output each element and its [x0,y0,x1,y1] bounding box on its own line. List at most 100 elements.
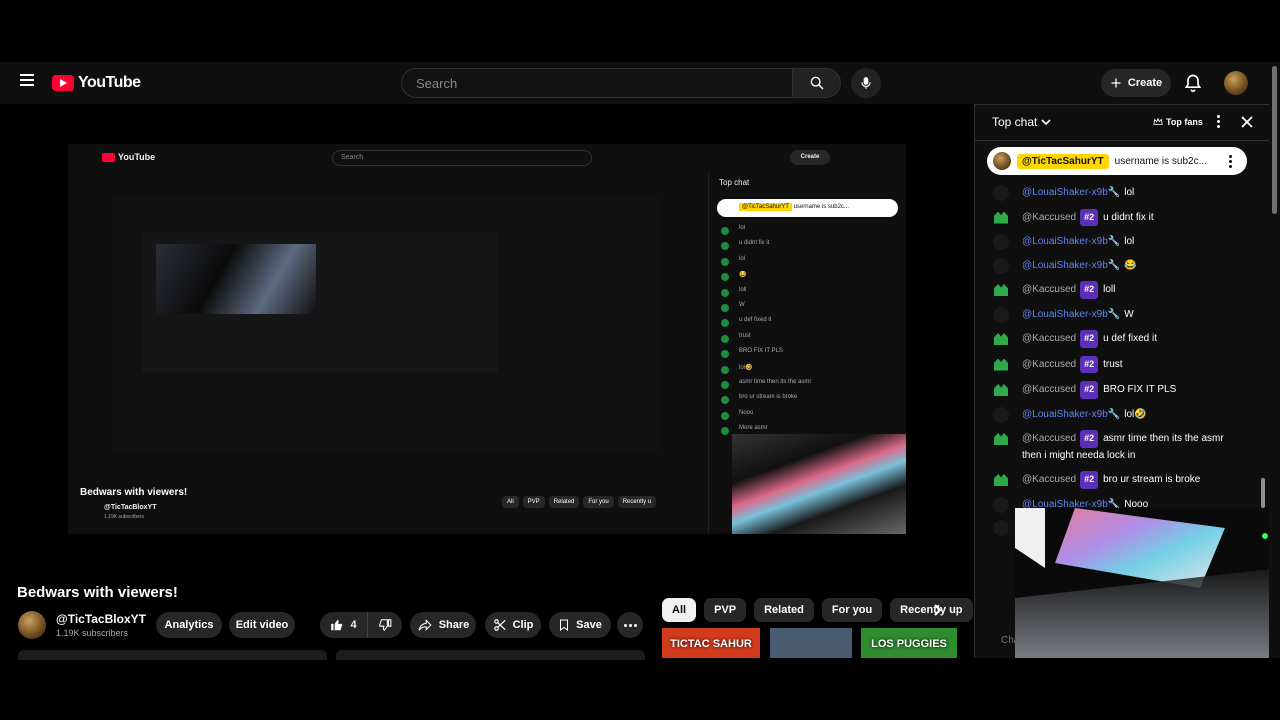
top-bar: YouTube Create [0,62,1280,104]
filter-chip[interactable]: Related [754,598,814,622]
share-button[interactable]: Share [410,612,476,638]
chat-avatar [993,330,1009,346]
bookmark-icon [560,619,569,631]
more-actions-button[interactable] [617,612,643,638]
chat-scrollbar[interactable] [1261,478,1265,508]
pinned-message[interactable]: @TicTacSahurYT username is sub2c... [987,147,1247,175]
recommended-thumbnail-2[interactable] [770,628,852,658]
nested-keyboard-overlay [732,434,906,534]
filter-chip[interactable]: For you [821,598,883,622]
account-avatar[interactable] [1224,71,1248,95]
chat-author[interactable]: @Kaccused [1022,284,1076,295]
chat-avatar [993,234,1009,250]
nested-filter-chip: Related [548,496,580,508]
chat-message[interactable]: @Kaccused #2 bro ur stream is broke [975,467,1255,493]
chat-author[interactable]: @LouaiShaker-x9b🔧 [1022,309,1120,320]
close-icon[interactable] [1239,114,1255,130]
page-scroll-thumb[interactable] [1272,66,1277,214]
search-icon [810,76,824,90]
share-label: Share [438,619,470,631]
crown-icon [1153,117,1163,125]
chat-author[interactable]: @Kaccused [1022,359,1076,370]
notifications-bell-icon[interactable] [1183,73,1203,93]
nested-channel-name: @TicTacBloxYT [104,504,157,511]
chat-avatar [993,406,1009,423]
chat-avatar [993,355,1009,372]
chat-author[interactable]: @Kaccused [1022,333,1076,344]
analytics-button[interactable]: Analytics [156,612,222,638]
voice-search-button[interactable] [851,68,881,98]
nested-search-input: Search [332,150,592,166]
create-button[interactable]: Create [1101,69,1171,97]
pinned-options-icon[interactable] [1225,154,1235,168]
chat-avatar [993,306,1009,323]
logo-text: YouTube [78,74,141,91]
page-scrollbar[interactable] [1269,66,1280,658]
nested-chat-message: trust [709,333,906,348]
nested-filter-chip: Recently u [617,496,657,508]
chat-author[interactable]: @LouaiShaker-x9b🔧 [1022,187,1120,198]
chat-author[interactable]: @Kaccused [1022,212,1076,223]
comments-box[interactable] [336,650,645,660]
chat-text: W [1124,308,1134,320]
nested-chat-message: loll [709,287,906,302]
microphone-icon [861,77,871,89]
chat-message[interactable]: @Kaccused #2 u didnt fix it [975,205,1255,231]
chat-message[interactable]: @LouaiShaker-x9b🔧 lol [975,230,1255,254]
chat-avatar [993,430,1009,446]
chat-avatar [993,281,1009,297]
chat-message[interactable]: @Kaccused #2 loll [975,277,1255,303]
edit-video-button[interactable]: Edit video [229,612,295,638]
chat-author[interactable]: @Kaccused [1022,474,1076,485]
description-box[interactable] [18,650,327,660]
chat-message[interactable]: @Kaccused #2 asmr time then its the asmr t… [975,426,1255,467]
chat-text: lol🤣 [1124,408,1147,420]
clip-button[interactable]: Clip [485,612,541,638]
chat-message[interactable]: @Kaccused #2 trust [975,352,1255,378]
top-fans-button[interactable]: Top fans [1147,112,1209,132]
nested-chat-message: 😂 [709,271,906,286]
chat-message[interactable]: @LouaiShaker-x9b🔧 W [975,303,1255,327]
chat-avatar [993,381,1009,397]
channel-name[interactable]: @TicTacBloxYT [56,612,146,626]
pinned-author: @TicTacSahurYT [1017,153,1109,169]
chat-message[interactable]: @LouaiShaker-x9b🔧 😂 [975,254,1255,278]
nested-inner-capture [112,196,662,452]
menu-icon[interactable] [14,71,40,95]
subscriber-count: 1.19K subscribers [56,628,129,638]
chat-avatar [993,496,1009,513]
filter-chip[interactable]: All [662,598,697,622]
chat-message[interactable]: @Kaccused #2 u def fixed it [975,326,1255,352]
clip-label: Clip [512,619,534,631]
chat-mode-dropdown[interactable]: Top chat [992,115,1051,129]
thumbnail-caption: LOS PUGGIES [871,638,947,650]
chat-message[interactable]: @Kaccused #2 BRO FIX IT PLS [975,377,1255,403]
search-button[interactable] [793,68,841,98]
recommended-thumbnail-3[interactable]: LOS PUGGIES [861,628,957,658]
channel-avatar[interactable] [18,611,46,639]
nested-youtube-logo: YouTube [102,152,155,162]
chat-author[interactable]: @LouaiShaker-x9b🔧 [1022,260,1120,271]
chat-author[interactable]: @Kaccused [1022,433,1076,444]
dislike-button[interactable] [368,612,402,638]
filter-chip[interactable]: PVP [704,598,747,622]
fan-rank-badge: #2 [1080,355,1099,373]
chat-message[interactable]: @LouaiShaker-x9b🔧 lol [975,181,1255,205]
chat-message[interactable]: @LouaiShaker-x9b🔧 lol🤣 [975,403,1255,427]
keyboard-image [1015,508,1280,658]
recommended-thumbnail-1[interactable]: TICTAC SAHUR [662,628,760,658]
youtube-logo[interactable]: YouTube [52,72,141,94]
fan-rank-badge: #2 [1080,281,1099,299]
save-button[interactable]: Save [549,612,611,638]
chat-header: Top chat Top fans [975,105,1270,141]
search-input[interactable] [401,68,793,98]
chat-author[interactable]: @Kaccused [1022,384,1076,395]
chat-text: 😂 [1124,259,1137,271]
nested-filter-chip: For you [583,496,614,508]
chat-options-icon[interactable] [1213,115,1223,131]
like-button[interactable]: 4 [320,612,368,638]
chat-author[interactable]: @LouaiShaker-x9b🔧 [1022,409,1120,420]
nested-chat-message: Nooo [709,410,906,425]
chat-author[interactable]: @LouaiShaker-x9b🔧 [1022,236,1120,247]
chevron-right-icon[interactable] [928,600,948,620]
